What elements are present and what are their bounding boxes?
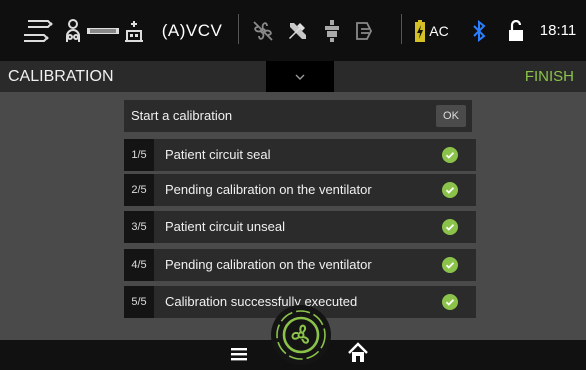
separator bbox=[401, 14, 402, 44]
calibration-header: Start a calibration OK bbox=[124, 100, 472, 132]
status-bar: (A)VCV AC 18:11 bbox=[0, 0, 586, 61]
step-label: Patient circuit seal bbox=[165, 147, 271, 162]
bluetooth-icon bbox=[468, 0, 490, 61]
hospital-icon bbox=[120, 0, 148, 61]
calibration-header-label: Start a calibration bbox=[131, 108, 233, 123]
calibration-step: 1/5 Patient circuit seal bbox=[124, 139, 476, 171]
step-number: 2/5 bbox=[124, 174, 154, 206]
separator bbox=[238, 14, 239, 44]
infant-icon bbox=[60, 0, 86, 61]
fan-button[interactable] bbox=[270, 304, 332, 366]
check-circle-icon bbox=[442, 219, 458, 235]
check-circle-icon bbox=[442, 257, 458, 273]
menu-icon[interactable] bbox=[229, 344, 249, 364]
check-circle-icon bbox=[442, 147, 458, 163]
power-source-label: AC bbox=[429, 22, 449, 39]
step-number: 1/5 bbox=[124, 139, 154, 171]
step-label: Pending calibration on the ventilator bbox=[165, 257, 372, 272]
ok-button[interactable]: OK bbox=[436, 105, 466, 127]
home-icon[interactable] bbox=[346, 341, 370, 365]
calibration-step: 2/5 Pending calibration on the ventilato… bbox=[124, 174, 476, 206]
step-label: Patient circuit unseal bbox=[165, 219, 285, 234]
mask-icon bbox=[350, 0, 378, 61]
scale-bar-icon bbox=[86, 0, 120, 61]
unlocked-lock-icon[interactable] bbox=[505, 0, 527, 61]
battery-charging-icon: AC bbox=[412, 0, 452, 61]
calibration-step: 3/5 Patient circuit unseal bbox=[124, 211, 476, 243]
check-circle-icon bbox=[442, 294, 458, 310]
ventilation-mode: (A)VCV bbox=[161, 20, 223, 40]
fan-off-icon bbox=[248, 0, 278, 61]
check-circle-icon bbox=[442, 182, 458, 198]
patient-circuit-icon bbox=[20, 0, 60, 61]
calibration-step: 4/5 Pending calibration on the ventilato… bbox=[124, 249, 476, 281]
chevron-down-icon bbox=[295, 74, 305, 80]
step-number: 4/5 bbox=[124, 249, 154, 281]
dropdown-toggle[interactable] bbox=[266, 61, 334, 92]
finish-button[interactable]: FINISH bbox=[525, 61, 574, 92]
page-title: CALIBRATION bbox=[8, 68, 114, 85]
step-number: 3/5 bbox=[124, 211, 154, 243]
clock: 18:11 bbox=[539, 22, 577, 39]
nebulizer-icon bbox=[318, 0, 346, 61]
tools-icon[interactable] bbox=[283, 0, 313, 61]
step-number: 5/5 bbox=[124, 286, 154, 318]
step-label: Pending calibration on the ventilator bbox=[165, 182, 372, 197]
